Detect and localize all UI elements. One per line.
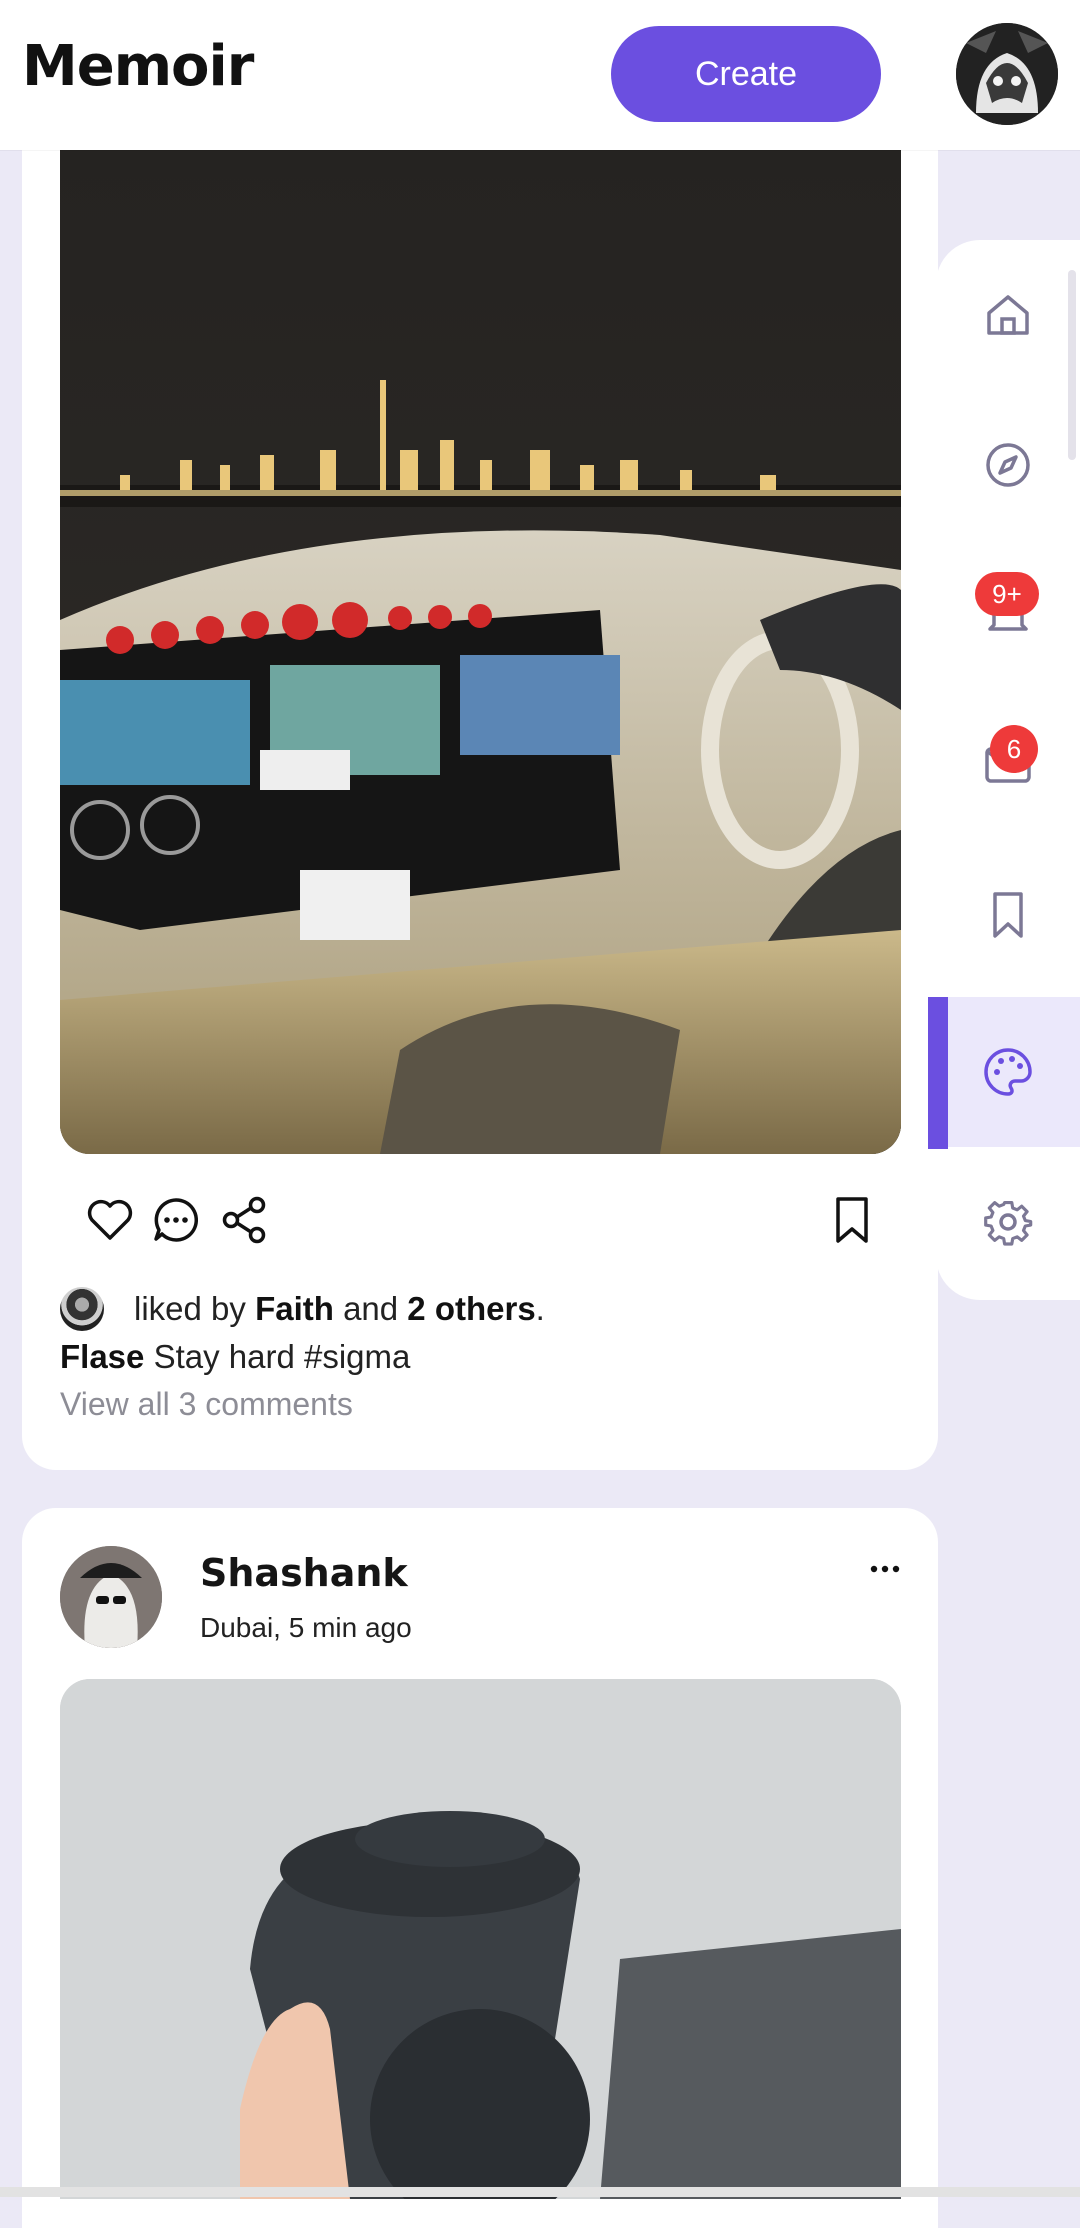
- post-author-avatar[interactable]: [60, 1546, 162, 1648]
- post-image[interactable]: [60, 150, 901, 1154]
- liker-avatar: [60, 1287, 104, 1331]
- chat-bubble-icon: [154, 1198, 199, 1242]
- caption-username[interactable]: Flase: [60, 1338, 144, 1375]
- view-comments-link[interactable]: View all 3 comments: [60, 1386, 353, 1423]
- compass-icon: [986, 443, 1030, 487]
- messages-badge: 6: [990, 725, 1038, 773]
- palette-icon: [984, 1048, 1032, 1096]
- heart-icon: [87, 1199, 133, 1240]
- notifications-badge: 9+: [975, 572, 1039, 616]
- nav-settings[interactable]: [936, 1149, 1080, 1299]
- liked-prefix: liked by: [134, 1290, 246, 1327]
- post-location-time: Dubai, 5 min ago: [200, 1612, 412, 1643]
- bookmark-icon: [836, 1197, 868, 1243]
- bottom-edge: [0, 2187, 1080, 2197]
- post-actions: [60, 1190, 901, 1250]
- caption-text: Stay hard #sigma: [153, 1338, 411, 1375]
- top-header: Memoir Create: [0, 0, 1080, 150]
- save-button[interactable]: [822, 1190, 882, 1250]
- post-image[interactable]: [60, 1679, 901, 2199]
- nav-saved[interactable]: [936, 840, 1080, 990]
- active-nav-indicator: [928, 997, 948, 1149]
- sidebar-scrollbar[interactable]: [1068, 270, 1076, 460]
- create-button[interactable]: Create: [611, 26, 881, 122]
- post-options-button[interactable]: [862, 1552, 908, 1586]
- post-caption: Flase Stay hard #sigma: [60, 1338, 410, 1376]
- nav-themes[interactable]: [936, 997, 1080, 1147]
- profile-avatar[interactable]: [956, 23, 1058, 125]
- liked-others[interactable]: 2 others: [407, 1290, 535, 1328]
- like-button[interactable]: [80, 1190, 140, 1250]
- app-logo[interactable]: Memoir: [22, 34, 254, 99]
- nav-explore[interactable]: [936, 390, 1080, 540]
- more-dots-icon: [870, 1565, 900, 1573]
- share-button[interactable]: [214, 1190, 274, 1250]
- liked-and: and: [343, 1290, 399, 1327]
- liker-name[interactable]: Faith: [255, 1290, 334, 1328]
- bookmark-icon: [993, 892, 1023, 938]
- nav-home[interactable]: [936, 240, 1080, 390]
- liked-suffix: .: [535, 1290, 545, 1327]
- comment-button[interactable]: [146, 1190, 206, 1250]
- post-author-name[interactable]: Shashank: [200, 1551, 408, 1595]
- share-icon: [222, 1196, 266, 1244]
- gear-icon: [984, 1201, 1033, 1246]
- likes-summary: liked by Faith and 2 others.: [60, 1284, 545, 1334]
- home-icon: [987, 295, 1029, 335]
